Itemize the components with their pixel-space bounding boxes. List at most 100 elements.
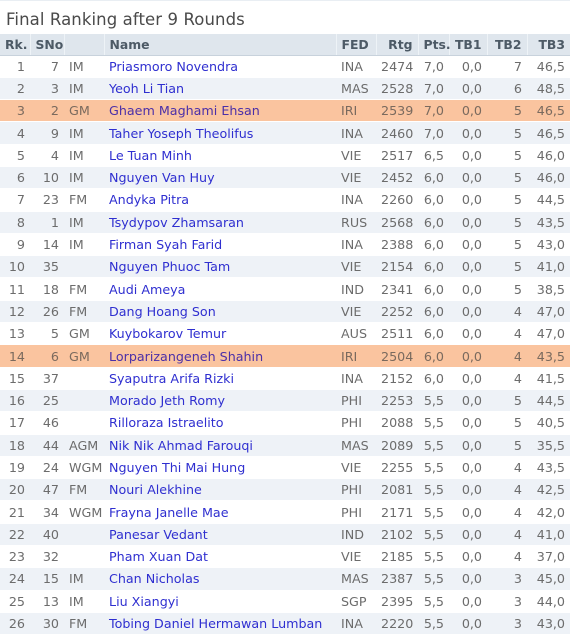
cell-player-name[interactable]: Dang Hoang Son — [104, 300, 336, 324]
cell-player-name[interactable]: Rilloraza Istraelito — [104, 411, 336, 435]
cell-tiebreak-3: 46,0 — [527, 166, 570, 190]
player-name-link[interactable]: Andyka Pitra — [109, 192, 189, 207]
player-name-link[interactable]: Kuybokarov Temur — [109, 326, 226, 341]
player-name-link[interactable]: Nguyen Phuoc Tam — [109, 259, 230, 274]
player-name-link[interactable]: Lorparizangeneh Shahin — [109, 349, 263, 364]
table-row[interactable]: 22 40 Panesar Vedant IND 2102 5,5 0,0 4 41,0 — [0, 523, 570, 547]
column-header-sno[interactable]: SNo — [30, 34, 65, 56]
cell-title: IM — [64, 77, 104, 101]
table-row[interactable]: 7 23 FM Andyka Pitra INA 2260 6,0 0,0 5 44,5 — [0, 188, 570, 212]
column-header-rk[interactable]: Rk. — [0, 34, 31, 56]
column-header-tb1[interactable]: TB1 — [449, 34, 488, 56]
cell-player-name[interactable]: Yeoh Li Tian — [104, 77, 336, 101]
player-name-link[interactable]: Le Tuan Minh — [109, 148, 192, 163]
cell-player-name[interactable]: Nguyen Van Huy — [104, 166, 336, 190]
column-header-tb3[interactable]: TB3 — [527, 34, 570, 56]
player-name-link[interactable]: Priasmoro Novendra — [109, 59, 238, 74]
table-row[interactable]: 2 3 IM Yeoh Li Tian MAS 2528 7,0 0,0 6 48,5 — [0, 77, 570, 101]
player-name-link[interactable]: Taher Yoseph Theolifus — [109, 126, 253, 141]
cell-player-name[interactable]: Nguyen Phuoc Tam — [104, 255, 336, 279]
table-row[interactable]: 12 26 FM Dang Hoang Son VIE 2252 6,0 0,0 4 47,0 — [0, 300, 570, 324]
table-row[interactable]: 3 2 GM Ghaem Maghami Ehsan IRI 2539 7,0 0,0 5 46,… — [0, 99, 570, 123]
cell-player-name[interactable]: Kuybokarov Temur — [104, 322, 336, 346]
cell-title: IM — [64, 590, 104, 613]
player-name-link[interactable]: Ghaem Maghami Ehsan — [109, 103, 260, 118]
cell-player-name[interactable]: Panesar Vedant — [104, 523, 336, 547]
cell-tiebreak-3: 42,0 — [527, 500, 570, 524]
table-row[interactable]: 18 44 AGM Nik Nik Ahmad Farouqi MAS 2089 5,5 0,… — [0, 434, 570, 457]
player-name-link[interactable]: Tsydypov Zhamsaran — [109, 215, 244, 230]
player-name-link[interactable]: Audi Ameya — [109, 282, 185, 297]
column-header-name[interactable]: Name — [104, 34, 337, 56]
cell-player-name[interactable]: Pham Xuan Dat — [104, 545, 336, 569]
player-name-link[interactable]: Tobing Daniel Hermawan Lumban — [109, 616, 322, 631]
cell-tiebreak-1: 0,0 — [449, 99, 487, 123]
table-row[interactable]: 24 15 IM Chan Nicholas MAS 2387 5,5 0,0 3 45,0 — [0, 567, 570, 591]
cell-player-name[interactable]: Taher Yoseph Theolifus — [104, 121, 336, 145]
cell-rating: 2185 — [376, 545, 418, 569]
cell-tiebreak-1: 0,0 — [449, 367, 487, 390]
cell-player-name[interactable]: Tobing Daniel Hermawan Lumban — [104, 612, 336, 636]
column-header-tb2[interactable]: TB2 — [487, 34, 528, 56]
column-header-title[interactable] — [64, 34, 105, 56]
cell-player-name[interactable]: Firman Syah Farid — [104, 233, 336, 257]
cell-player-name[interactable]: Nik Nik Ahmad Farouqi — [104, 434, 336, 457]
player-name-link[interactable]: Pham Xuan Dat — [109, 549, 208, 564]
cell-player-name[interactable]: Tsydypov Zhamsaran — [104, 211, 336, 234]
cell-player-name[interactable]: Lorparizangeneh Shahin — [104, 344, 336, 368]
table-row[interactable]: 4 9 IM Taher Yoseph Theolifus INA 2460 7,0 0,0 5… — [0, 121, 570, 145]
cell-player-name[interactable]: Andyka Pitra — [104, 188, 336, 212]
cell-tiebreak-3: 46,5 — [527, 99, 570, 123]
player-name-link[interactable]: Panesar Vedant — [109, 527, 208, 542]
cell-player-name[interactable]: Priasmoro Novendra — [104, 55, 336, 78]
cell-starting-no: 18 — [30, 277, 64, 301]
table-row[interactable]: 8 1 IM Tsydypov Zhamsaran RUS 2568 6,0 0,0 5 43,5 — [0, 211, 570, 234]
cell-player-name[interactable]: Ghaem Maghami Ehsan — [104, 99, 336, 123]
player-name-link[interactable]: Frayna Janelle Mae — [109, 505, 229, 520]
cell-player-name[interactable]: Syaputra Arifa Rizki — [104, 367, 336, 390]
column-header-fed[interactable]: FED — [336, 34, 377, 56]
cell-starting-no: 6 — [30, 344, 64, 368]
player-name-link[interactable]: Chan Nicholas — [109, 571, 199, 586]
player-name-link[interactable]: Yeoh Li Tian — [109, 81, 184, 96]
table-row[interactable]: 17 46 Rilloraza Istraelito PHI 2088 5,5 0,0 5 40… — [0, 411, 570, 435]
player-name-link[interactable]: Rilloraza Istraelito — [109, 415, 224, 430]
table-row[interactable]: 19 24 WGM Nguyen Thi Mai Hung VIE 2255 5,5 0,0 4… — [0, 456, 570, 480]
cell-player-name[interactable]: Liu Xiangyi — [104, 590, 336, 613]
table-row[interactable]: 21 34 WGM Frayna Janelle Mae PHI 2171 5,5 0,0 4 4… — [0, 500, 570, 524]
table-row[interactable]: 1 7 IM Priasmoro Novendra INA 2474 7,0 0,0 7 46,5 — [0, 55, 570, 78]
cell-player-name[interactable]: Chan Nicholas — [104, 567, 336, 591]
table-row[interactable]: 5 4 IM Le Tuan Minh VIE 2517 6,5 0,0 5 46,0 — [0, 144, 570, 167]
player-name-link[interactable]: Nouri Alekhine — [109, 482, 202, 497]
table-row[interactable]: 25 13 IM Liu Xiangyi SGP 2395 5,5 0,0 3 44,0 — [0, 590, 570, 613]
cell-player-name[interactable]: Nouri Alekhine — [104, 478, 336, 502]
player-name-link[interactable]: Nguyen Thi Mai Hung — [109, 460, 245, 475]
page-title: Final Ranking after 9 Rounds — [6, 10, 245, 29]
column-header-pts[interactable]: Pts. — [418, 34, 451, 56]
column-header-rtg[interactable]: Rtg — [376, 34, 419, 56]
cell-points: 7,0 — [418, 99, 449, 123]
table-row[interactable]: 15 37 Syaputra Arifa Rizki INA 2152 6,0 0,0 4 41… — [0, 367, 570, 390]
table-row[interactable]: 16 25 Morado Jeth Romy PHI 2253 5,5 0,0 5 44,5 — [0, 389, 570, 413]
table-row[interactable]: 9 14 IM Firman Syah Farid INA 2388 6,0 0,0 5 43,0 — [0, 233, 570, 257]
table-row[interactable]: 26 30 FM Tobing Daniel Hermawan Lumban INA 22… — [0, 612, 570, 636]
player-name-link[interactable]: Liu Xiangyi — [109, 594, 179, 609]
cell-player-name[interactable]: Frayna Janelle Mae — [104, 500, 336, 524]
table-row[interactable]: 10 35 Nguyen Phuoc Tam VIE 2154 6,0 0,0 5 41,0 — [0, 255, 570, 279]
player-name-link[interactable]: Nik Nik Ahmad Farouqi — [109, 438, 253, 453]
cell-player-name[interactable]: Nguyen Thi Mai Hung — [104, 456, 336, 480]
table-row[interactable]: 20 47 FM Nouri Alekhine PHI 2081 5,5 0,0 4 42,5 — [0, 478, 570, 502]
table-row[interactable]: 13 5 GM Kuybokarov Temur AUS 2511 6,0 0,0 4 47,0 — [0, 322, 570, 346]
player-name-link[interactable]: Morado Jeth Romy — [109, 393, 225, 408]
cell-player-name[interactable]: Audi Ameya — [104, 277, 336, 301]
table-row[interactable]: 23 32 Pham Xuan Dat VIE 2185 5,5 0,0 4 37,0 — [0, 545, 570, 569]
cell-player-name[interactable]: Morado Jeth Romy — [104, 389, 336, 413]
table-row[interactable]: 6 10 IM Nguyen Van Huy VIE 2452 6,0 0,0 5 46,0 — [0, 166, 570, 190]
player-name-link[interactable]: Firman Syah Farid — [109, 237, 222, 252]
player-name-link[interactable]: Nguyen Van Huy — [109, 170, 215, 185]
player-name-link[interactable]: Syaputra Arifa Rizki — [109, 371, 234, 386]
player-name-link[interactable]: Dang Hoang Son — [109, 304, 216, 319]
table-row[interactable]: 11 18 FM Audi Ameya IND 2341 6,0 0,0 5 38,5 — [0, 277, 570, 301]
table-row[interactable]: 14 6 GM Lorparizangeneh Shahin IRI 2504 6,0 0,0… — [0, 344, 570, 368]
cell-player-name[interactable]: Le Tuan Minh — [104, 144, 336, 167]
